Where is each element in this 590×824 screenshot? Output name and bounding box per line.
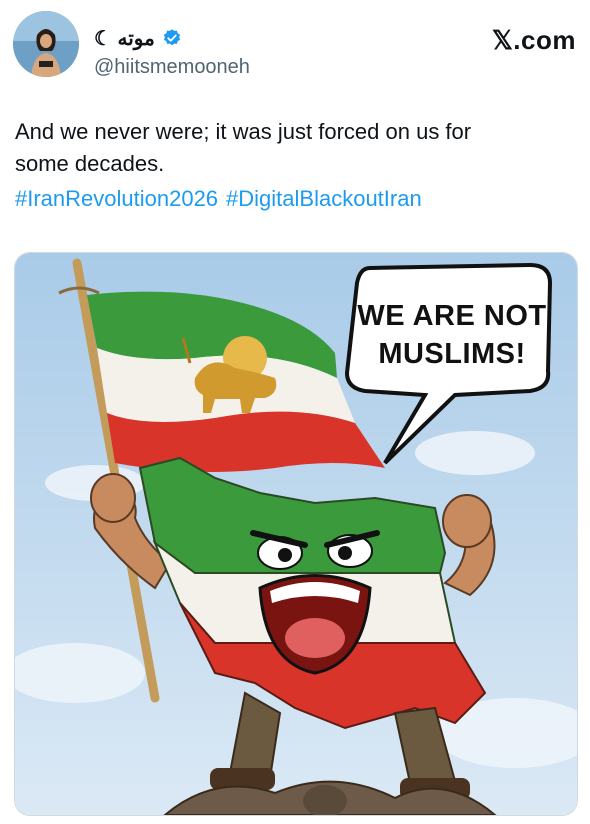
handle[interactable]: @hiitsmemooneh bbox=[94, 56, 250, 79]
cartoon-illustration: WE ARE NOT MUSLIMS! bbox=[15, 253, 577, 815]
avatar-image bbox=[13, 11, 79, 77]
x-logo: 𝕏.com bbox=[491, 25, 576, 55]
tweet-header: موته ☾ @hiitsmemooneh 𝕏.com bbox=[13, 11, 577, 79]
right-fist bbox=[442, 494, 492, 548]
name-row: موته ☾ bbox=[94, 25, 182, 51]
avatar[interactable] bbox=[13, 11, 79, 77]
tweet-text-line: And we never were; it was just forced on… bbox=[15, 119, 472, 144]
bubble-line: MUSLIMS! bbox=[378, 338, 525, 370]
hashtag-link[interactable]: #IranRevolution2026 bbox=[15, 186, 218, 212]
hashtag-row: #IranRevolution2026 #DigitalBlackoutIran bbox=[15, 186, 422, 212]
tweet-text: And we never were; it was just forced on… bbox=[15, 116, 575, 180]
verified-badge-icon bbox=[163, 29, 180, 46]
bubble-line: WE ARE NOT bbox=[357, 300, 546, 332]
tweet-media-image[interactable]: WE ARE NOT MUSLIMS! bbox=[14, 252, 578, 816]
left-fist bbox=[90, 473, 136, 523]
hashtag-link[interactable]: #DigitalBlackoutIran bbox=[226, 186, 422, 212]
tweet-text-line: some decades. bbox=[15, 151, 165, 176]
display-name[interactable]: موته ☾ bbox=[94, 26, 155, 51]
